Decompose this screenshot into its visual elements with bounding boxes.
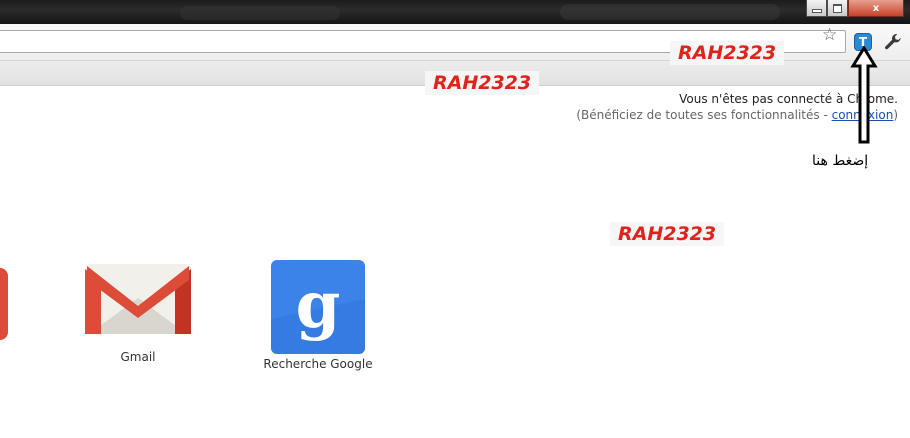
signin-submessage-text: (Bénéficiez de toutes ses fonctionnalité… bbox=[576, 108, 832, 122]
app-google-search[interactable]: g Recherche Google bbox=[250, 258, 386, 371]
watermark-text: RAH2323 bbox=[670, 41, 785, 65]
app-label: Recherche Google bbox=[263, 357, 373, 371]
maximize-icon bbox=[833, 3, 842, 13]
minimize-icon bbox=[811, 9, 822, 13]
window-controls: x bbox=[806, 0, 904, 18]
close-icon: x bbox=[872, 2, 880, 14]
arrow-up-icon bbox=[850, 46, 878, 144]
gmail-icon bbox=[85, 264, 191, 334]
signin-submessage-end: ) bbox=[893, 108, 898, 122]
minimize-button[interactable] bbox=[806, 0, 827, 17]
maximize-button[interactable] bbox=[827, 0, 848, 17]
app-gmail[interactable]: Gmail bbox=[70, 258, 206, 364]
watermark-text: RAH2323 bbox=[610, 222, 725, 246]
app-partial-icon[interactable] bbox=[0, 268, 8, 340]
window-title-bar: x bbox=[0, 0, 910, 24]
annotation-label: إضغط هنا bbox=[812, 153, 869, 169]
wrench-icon[interactable] bbox=[883, 32, 903, 52]
title-bar-background-2 bbox=[560, 4, 780, 20]
google-search-icon: g bbox=[271, 260, 365, 354]
watermark-text: RAH2323 bbox=[425, 71, 540, 95]
svg-text:g: g bbox=[296, 268, 341, 343]
app-label: Gmail bbox=[120, 350, 156, 364]
star-icon[interactable]: ☆ bbox=[822, 25, 837, 45]
close-button[interactable]: x bbox=[848, 0, 904, 17]
title-bar-background bbox=[180, 6, 340, 20]
